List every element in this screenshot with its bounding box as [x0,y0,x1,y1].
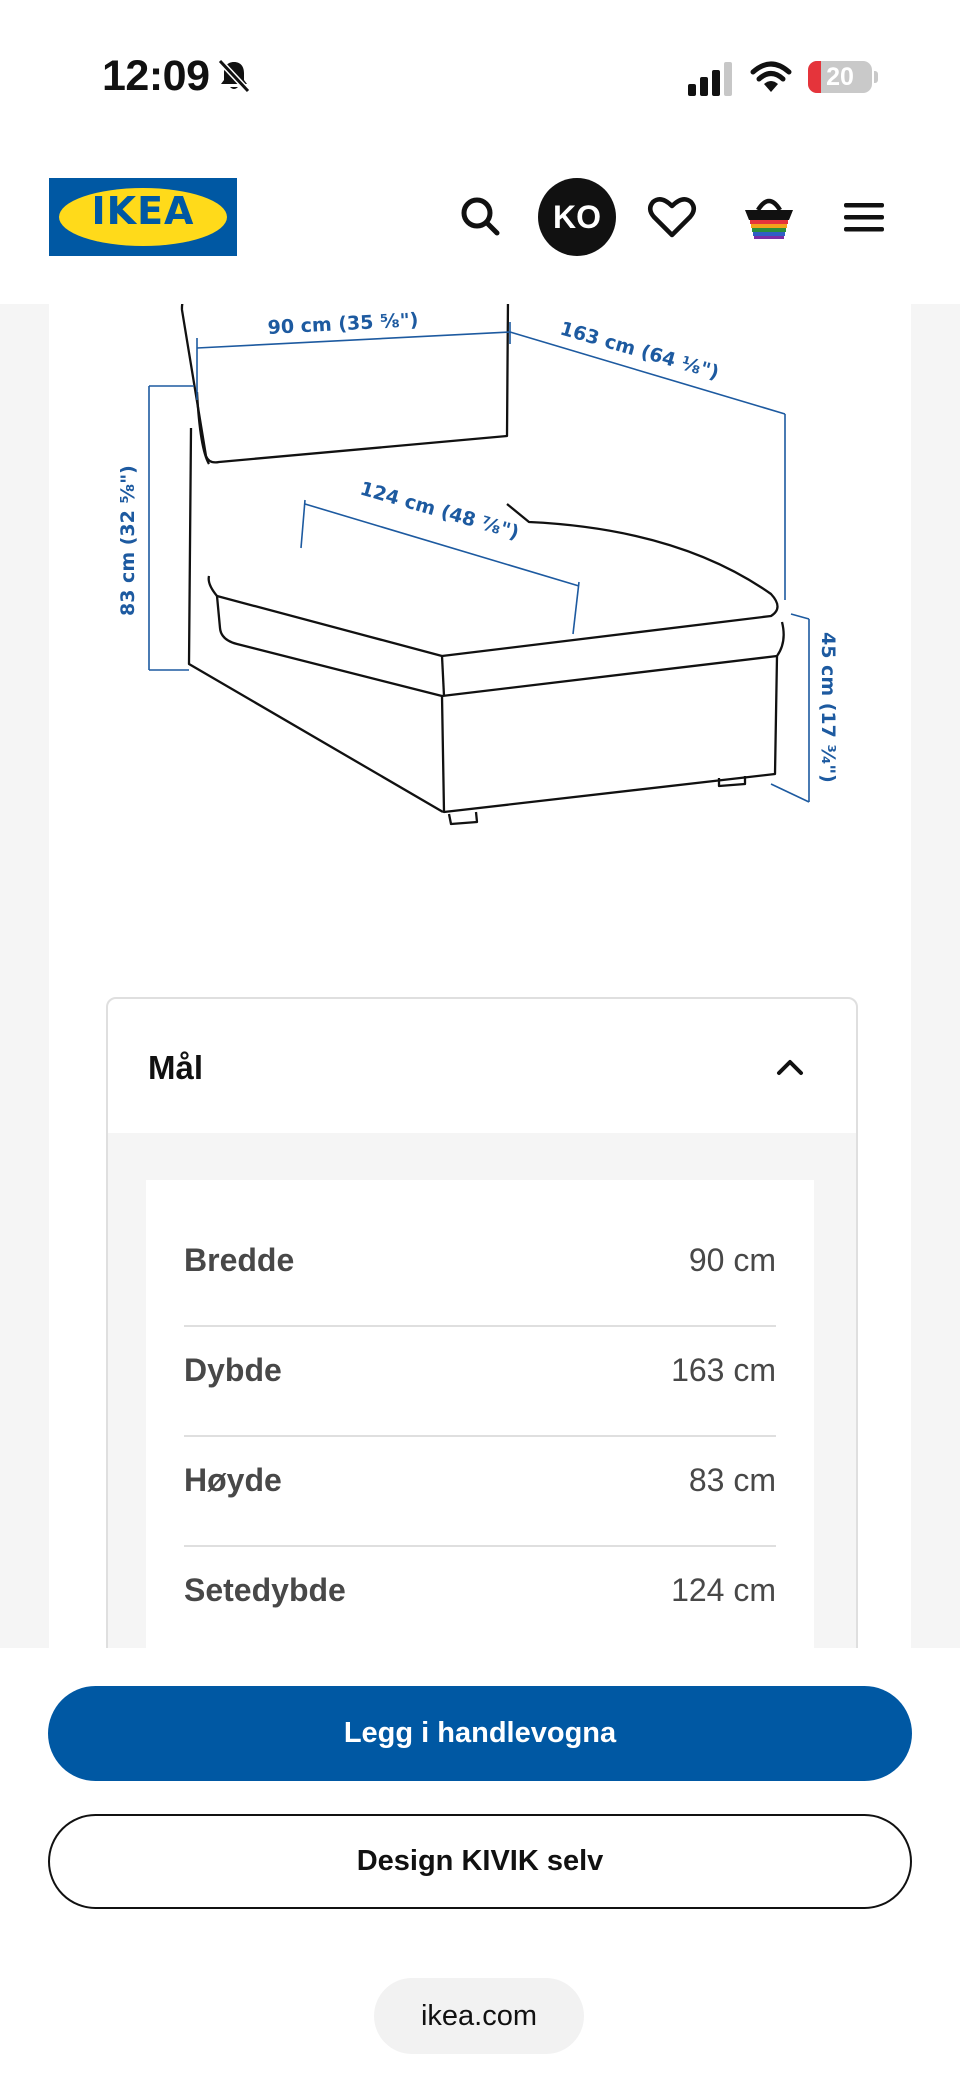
dimensions-table: Bredde 90 cm Dybde 163 cm Høyde 83 cm Se… [146,1180,814,1648]
status-bar: 12:09 20 [0,0,960,150]
wifi-icon [750,61,792,92]
bottom-action-panel: Legg i handlevogna Design KIVIK selv ike… [0,1648,960,2087]
site-header: IKEA KO [0,150,960,304]
dimension-label: Høyde [184,1461,282,1498]
battery-level: 20 [826,63,854,91]
battery-nub [874,71,878,83]
dimensions-accordion-header[interactable]: Mål [108,999,856,1133]
dimension-label: Setedybde [184,1571,346,1608]
dimension-value: 83 cm [688,1461,776,1498]
dimension-row-depth: Dybde 163 cm [184,1315,776,1425]
battery-indicator: 20 [808,61,872,93]
account-avatar[interactable]: KO [538,178,616,256]
seat-depth-dimension-label: 124 cm (48 ⁷⁄₈") [358,478,522,544]
add-to-cart-button[interactable]: Legg i handlevogna [48,1686,912,1781]
dimensions-accordion-body: Bredde 90 cm Dybde 163 cm Høyde 83 cm Se… [108,1133,856,1648]
cellular-signal-icon [688,62,732,96]
dimension-diagram: 90 cm (35 ⁵⁄₈") 163 cm (64 ¹⁄₈") 83 cm (… [117,304,839,826]
clock: 12:09 [102,52,210,100]
dimensions-title: Mål [148,1049,204,1086]
dimensions-accordion: Mål Bredde 90 cm Dybde 163 cm Høyde 83 c… [106,997,858,1648]
width-dimension-label: 90 cm (35 ⁵⁄₈") [267,309,419,339]
chevron-up-icon[interactable] [774,1051,806,1083]
search-icon[interactable] [446,182,516,252]
product-content: 90 cm (35 ⁵⁄₈") 163 cm (64 ¹⁄₈") 83 cm (… [49,304,911,1648]
dimension-label: Bredde [184,1241,295,1278]
dimension-row-width: Bredde 90 cm [184,1205,776,1315]
dimension-row-seat-depth: Setedybde 124 cm [184,1535,776,1645]
dimension-value: 90 cm [688,1241,776,1278]
heart-icon[interactable] [637,182,707,252]
design-kivik-button[interactable]: Design KIVIK selv [48,1814,912,1909]
bell-muted-icon [217,58,251,94]
seat-height-dimension-label: 45 cm (17 ³⁄₄") [817,632,839,783]
ikea-logo[interactable]: IKEA [49,178,237,256]
depth-dimension-label: 163 cm (64 ¹⁄₈") [558,318,722,384]
browser-url-bar[interactable]: ikea.com [374,1978,584,2054]
shopping-basket-icon[interactable] [734,182,804,252]
logo-text: IKEA [91,189,195,233]
hamburger-menu-icon[interactable] [830,182,900,252]
dimension-value: 163 cm [671,1351,776,1388]
height-dimension-label: 83 cm (32 ⁵⁄₈") [117,465,139,616]
dimension-row-height: Høyde 83 cm [184,1425,776,1535]
dimension-value: 124 cm [671,1571,776,1608]
dimension-label: Dybde [184,1351,282,1388]
